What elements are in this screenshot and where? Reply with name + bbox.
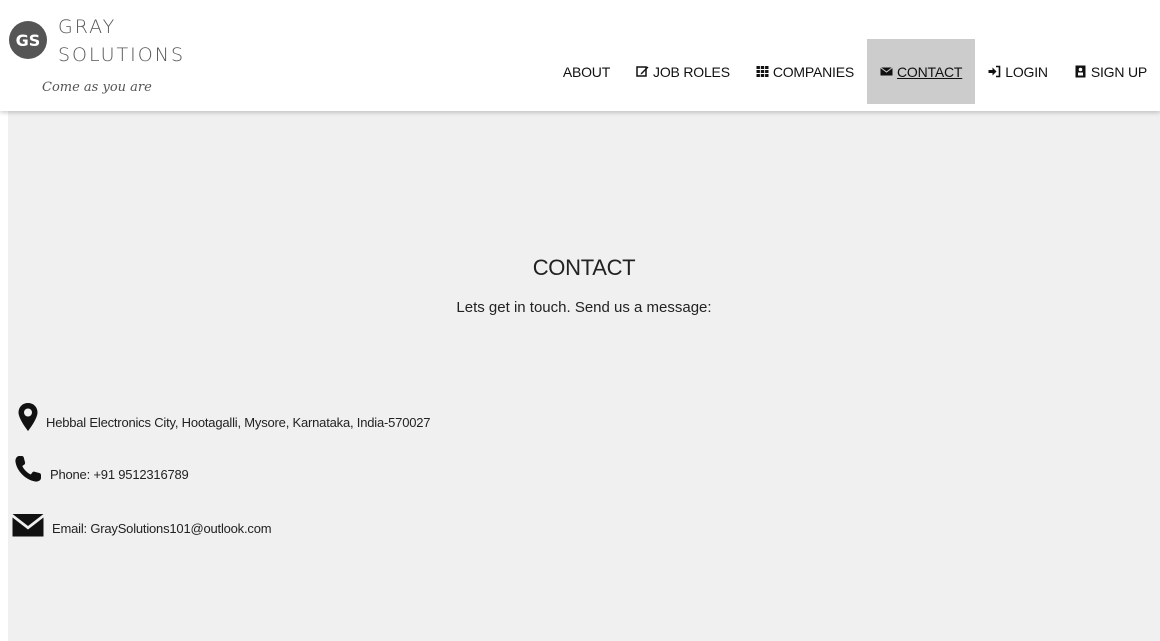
- grid-icon: [756, 65, 769, 78]
- nav-label-contact: CONTACT: [897, 63, 963, 80]
- brand-name-line2: SOLUTIONS: [58, 44, 185, 66]
- contact-title: CONTACT: [532, 255, 636, 280]
- nav-item-job-roles[interactable]: JOB ROLES: [623, 39, 743, 104]
- phone-icon: [14, 455, 42, 483]
- brand-logo-icon: GS: [9, 21, 47, 59]
- id-card-icon: [1074, 65, 1087, 78]
- contact-section: CONTACT Lets get in touch. Send us a mes…: [8, 111, 1160, 641]
- main-nav: ABOUT JOB ROLES COMPANIES CONTACT LOGIN …: [550, 39, 1160, 104]
- map-marker-icon: [18, 403, 38, 431]
- nav-label-about: ABOUT: [562, 63, 611, 80]
- address-text: Hebbal Electronics City, Hootagalli, Mys…: [46, 415, 431, 430]
- envelope-icon: [880, 65, 893, 78]
- envelope-icon: [12, 513, 44, 537]
- nav-label-login: LOGIN: [1005, 63, 1048, 80]
- brand-name-line1: GRAY: [58, 16, 117, 38]
- nav-item-companies[interactable]: COMPANIES: [743, 39, 867, 104]
- navbar: GS GRAY SOLUTIONS Come as you are ABOUT …: [0, 0, 1160, 111]
- edit-icon: [636, 65, 649, 78]
- brand[interactable]: GS GRAY SOLUTIONS Come as you are: [8, 6, 208, 106]
- phone-text[interactable]: Phone: +91 9512316789: [50, 467, 189, 483]
- nav-label-companies: COMPANIES: [772, 63, 855, 80]
- nav-item-about[interactable]: ABOUT: [550, 39, 623, 104]
- nav-item-sign-up[interactable]: SIGN UP: [1061, 39, 1160, 104]
- page: GS GRAY SOLUTIONS Come as you are ABOUT …: [0, 0, 1160, 641]
- email-row: Email: GraySolutions101@outlook.com: [12, 513, 272, 537]
- sign-in-icon: [988, 65, 1001, 78]
- phone-row: Phone: +91 9512316789: [14, 455, 189, 483]
- contact-subtitle: Lets get in touch. Send us a message:: [456, 299, 712, 316]
- brand-logo-text: GS: [16, 31, 41, 50]
- email-text[interactable]: Email: GraySolutions101@outlook.com: [52, 521, 272, 537]
- nav-item-login[interactable]: LOGIN: [975, 39, 1061, 104]
- nav-item-contact[interactable]: CONTACT: [867, 39, 976, 104]
- nav-label-sign-up: SIGN UP: [1090, 63, 1147, 80]
- address-row: Hebbal Electronics City, Hootagalli, Mys…: [18, 403, 431, 431]
- brand-tagline: Come as you are: [42, 80, 152, 95]
- nav-label-job-roles: JOB ROLES: [653, 63, 730, 80]
